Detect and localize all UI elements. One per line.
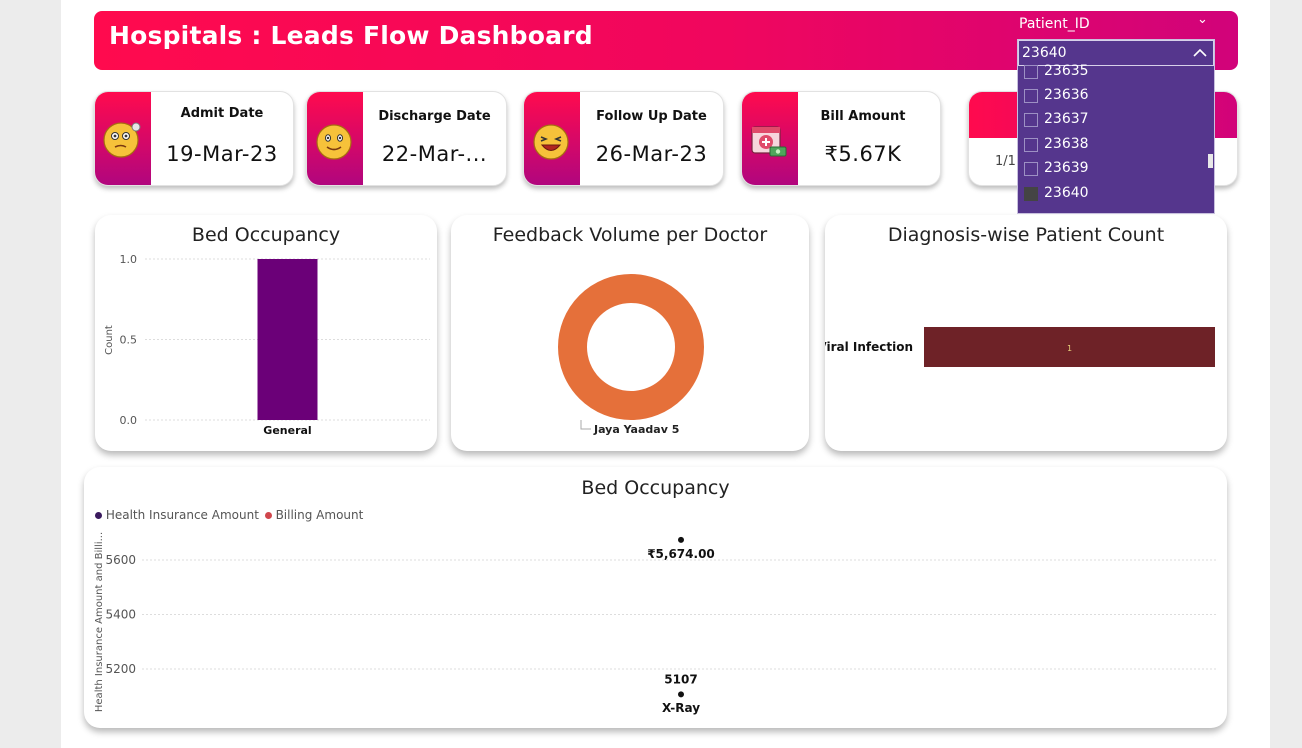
bed-tick-label: 0.0 [120, 414, 138, 427]
option-checkbox[interactable] [1024, 89, 1038, 103]
bed-tick-label: 1.0 [120, 253, 138, 266]
follow-up-date-card: Follow Up Date 26-Mar-23 [523, 91, 724, 186]
option-label: 23635 [1044, 63, 1089, 79]
bill-amount-card: Bill Amount ₹5.67K [741, 91, 941, 186]
follow-up-date-label: Follow Up Date [596, 109, 707, 124]
bed-bar [257, 259, 318, 420]
billing-point [678, 691, 684, 698]
diagnosis-data-label: 1 [1067, 344, 1072, 353]
billing-tick-label: 5400 [105, 608, 136, 622]
bill-amount-value: ₹5.67K [824, 142, 902, 166]
billing-category-label: X-Ray [662, 701, 700, 715]
dropdown-scrollbar-thumb[interactable] [1208, 154, 1213, 168]
chevron-up-icon[interactable] [1193, 48, 1207, 58]
diagnosis-category-label: Viral Infection [825, 340, 913, 354]
option-label: 23637 [1044, 111, 1089, 127]
billing-panel: Bed Occupancy Health Insurance Amount Bi… [84, 467, 1227, 728]
billing-point [678, 536, 684, 543]
bed-category-label: General [263, 424, 311, 437]
laughing-face-icon [533, 124, 569, 160]
medical-bill-icon [751, 126, 787, 157]
option-checkbox[interactable] [1024, 65, 1038, 79]
option-checkbox[interactable] [1024, 187, 1038, 201]
admit-date-value: 19-Mar-23 [166, 142, 278, 166]
patient-id-slicer-label: Patient_ID [1019, 16, 1090, 32]
chevron-down-icon[interactable]: ⌄ [1197, 12, 1208, 27]
option-label: 23639 [1044, 160, 1089, 176]
bed-occupancy-ylabel: Count [104, 325, 115, 355]
bill-amount-label: Bill Amount [820, 109, 906, 124]
smiling-face-icon [316, 124, 352, 160]
donut-slice [558, 274, 704, 420]
donut-leader-line [580, 420, 591, 430]
feedback-panel: Feedback Volume per Doctor Jaya Yaadav 5 [451, 215, 809, 451]
billing-ylabel: Health Insurance Amount and Billi... [94, 532, 105, 712]
billing-data-label: ₹5,674.00 [647, 547, 715, 561]
admit-date-card: Admit Date 19-Mar-23 [94, 91, 294, 186]
option-label: 23638 [1044, 136, 1089, 152]
page-title: Hospitals : Leads Flow Dashboard [109, 21, 593, 50]
option-checkbox[interactable] [1024, 138, 1038, 152]
follow-up-date-value: 26-Mar-23 [595, 142, 708, 166]
bed-occupancy-panel: Bed Occupancy Count 1.0 0.5 0.0 General [95, 215, 437, 451]
bed-occupancy-chart: Count 1.0 0.5 0.0 General [104, 253, 430, 437]
billing-data-label: 5107 [664, 672, 697, 686]
diagnosis-panel: Diagnosis-wise Patient Count Viral Infec… [825, 215, 1227, 451]
billing-tick-label: 5600 [105, 553, 136, 567]
bed-tick-label: 0.5 [120, 334, 138, 347]
billing-scatter-chart: Health Insurance Amount and Billi... 560… [94, 532, 1216, 715]
donut-slice-label: Jaya Yaadav 5 [593, 423, 679, 436]
option-label: 23640 [1044, 185, 1089, 201]
patient-id-dropdown[interactable]: 23640 23635 23636 23637 23638 23639 23640 [1017, 39, 1215, 214]
date-range-value: 1/1 [995, 154, 1016, 169]
diagnosis-chart: Viral Infection 1 [825, 327, 1215, 367]
discharge-date-label: Discharge Date [378, 109, 491, 124]
feedback-donut-chart: Jaya Yaadav 5 [558, 274, 704, 436]
patient-id-selected-value: 23640 [1022, 45, 1067, 61]
discharge-date-value: 22-Mar-... [381, 142, 488, 166]
discharge-date-card: Discharge Date 22-Mar-... [306, 91, 507, 186]
thinking-face-icon [103, 122, 141, 158]
billing-tick-label: 5200 [105, 662, 136, 676]
admit-date-label: Admit Date [180, 106, 264, 121]
option-checkbox[interactable] [1024, 162, 1038, 176]
option-checkbox[interactable] [1024, 113, 1038, 127]
option-label: 23636 [1044, 87, 1089, 103]
